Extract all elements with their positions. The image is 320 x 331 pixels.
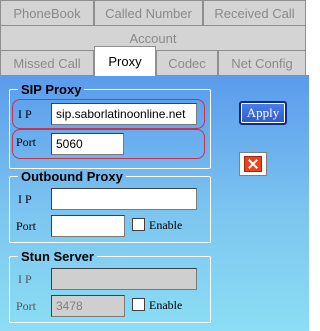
tab-codec[interactable]: Codec xyxy=(156,50,218,75)
outbound-ip-input[interactable] xyxy=(51,188,197,210)
close-icon xyxy=(244,156,262,172)
outbound-port-input[interactable] xyxy=(51,215,125,237)
outbound-enable-checkbox[interactable] xyxy=(132,218,145,231)
stun-ip-label: I P xyxy=(18,272,32,286)
stun-ip-input[interactable] xyxy=(51,268,197,290)
sip-ip-label: I P xyxy=(18,107,32,121)
outbound-port-label: Port xyxy=(16,219,37,233)
sip-proxy-title: SIP Proxy xyxy=(21,82,82,97)
tab-net-config[interactable]: Net Config xyxy=(218,50,306,75)
outbound-ip-label: I P xyxy=(18,192,32,206)
outbound-enable-label: Enable xyxy=(149,218,183,232)
sip-ip-input[interactable]: sip.saborlatinoonline.net xyxy=(51,103,197,125)
outbound-proxy-title: Outbound Proxy xyxy=(21,169,123,184)
stun-enable-label: Enable xyxy=(149,298,183,312)
tab-proxy[interactable]: Proxy xyxy=(94,46,156,76)
stun-port-label: Port xyxy=(16,299,37,313)
tab-called-number[interactable]: Called Number xyxy=(94,0,203,25)
sip-port-label: Port xyxy=(16,135,37,149)
sip-port-input[interactable]: 5060 xyxy=(51,133,124,155)
close-button[interactable] xyxy=(239,152,267,176)
tab-phonebook[interactable]: PhoneBook xyxy=(0,0,94,25)
stun-enable-checkbox[interactable] xyxy=(132,298,145,311)
tab-received-call[interactable]: Received Call xyxy=(203,0,306,25)
stun-port-input[interactable]: 3478 xyxy=(51,295,125,317)
stun-server-title: Stun Server xyxy=(21,249,94,264)
tab-missed-call[interactable]: Missed Call xyxy=(0,50,94,75)
apply-button[interactable]: Apply xyxy=(239,101,287,125)
